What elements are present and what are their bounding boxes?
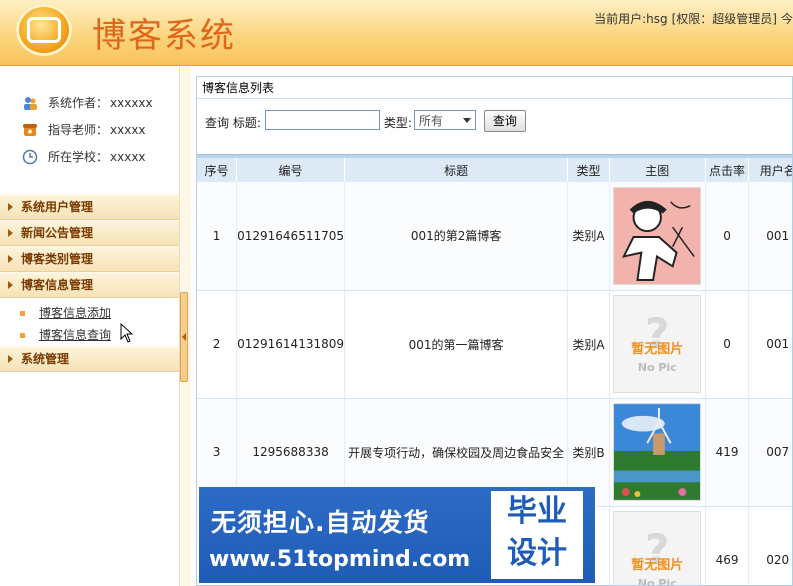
col-clicks: 点击率 — [705, 158, 750, 182]
teacher-value: xxxxx — [110, 122, 146, 137]
col-username: 用户名 — [748, 158, 792, 182]
sidebar-item-blog-query[interactable]: 博客信息查询 — [20, 324, 179, 346]
users-icon — [24, 96, 37, 110]
header: 博客系统 当前用户:hsg [权限：超级管理员] 今 — [0, 0, 793, 66]
current-user: 当前用户:hsg — [594, 12, 668, 26]
col-type: 类型 — [567, 158, 610, 182]
sidebar: 系统作者： xxxxxx 指导老师： xxxxx 所在学校： xxxxx 系统用户管理… — [0, 67, 180, 586]
nav-user-management[interactable]: 系统用户管理 — [0, 194, 179, 220]
clock-icon — [22, 149, 38, 164]
collapse-sidebar-handle[interactable] — [180, 292, 188, 382]
no-picture-placeholder[interactable]: ? 暂无图片 No Pic — [613, 511, 702, 585]
table-header-row: 序号 编号 标题 类型 主图 点击率 用户名 — [197, 158, 792, 182]
triangle-right-icon — [8, 281, 13, 289]
sidebar-item-blog-add[interactable]: 博客信息添加 — [20, 302, 179, 324]
school-row: 所在学校： xxxxx — [22, 143, 179, 170]
mouse-cursor-icon — [120, 323, 134, 343]
banner-badge: 毕业 设计 — [491, 491, 583, 579]
query-title-label: 查询 标题: — [205, 116, 261, 130]
nav-blog-category-management[interactable]: 博客类别管理 — [0, 246, 179, 272]
no-pic-en-text: No Pic — [637, 361, 677, 374]
watermark-banner: 无须担心.自动发货 www.51topmind.com 毕业 设计 — [198, 486, 596, 584]
triangle-right-icon — [8, 203, 13, 211]
author-row: 系统作者： xxxxxx — [22, 89, 179, 116]
type-select[interactable]: 所有 — [413, 110, 476, 130]
teacher-row: 指导老师： xxxxx — [22, 116, 179, 143]
bullet-icon — [20, 332, 25, 338]
nav-system-management[interactable]: 系统管理 — [0, 346, 179, 372]
query-button[interactable]: 查询 — [483, 110, 526, 132]
col-image: 主图 — [609, 158, 706, 182]
school-value: xxxxx — [110, 149, 146, 164]
table-row[interactable]: 1 01291646511705 001的第2篇博客 类别A 0 001 — [197, 182, 792, 291]
phone-icon — [23, 123, 37, 136]
col-index: 序号 — [197, 158, 238, 182]
nav-blog-info-management[interactable]: 博客信息管理 — [0, 272, 179, 298]
table-row[interactable]: 2 01291614131809 001的第一篇博客 类别A ? 暂无图片 No… — [197, 290, 792, 399]
sidebar-nav: 系统用户管理 新闻公告管理 博客类别管理 博客信息管理 博客信息添加 博客信息查… — [0, 194, 179, 372]
triangle-right-icon — [8, 255, 13, 263]
type-select-value: 所有 — [418, 113, 443, 128]
author-value: xxxxxx — [110, 95, 153, 110]
banner-line1: 无须担心.自动发货 — [211, 508, 430, 537]
triangle-right-icon — [8, 355, 13, 363]
sidebar-info: 系统作者： xxxxxx 指导老师： xxxxx 所在学校： xxxxx — [0, 67, 179, 170]
logo-icon — [16, 4, 72, 56]
school-label: 所在学校： — [48, 150, 109, 164]
teacher-label: 指导老师： — [48, 123, 109, 137]
permission-label: [权限：超级管理员] — [671, 12, 777, 26]
user-status: 当前用户:hsg [权限：超级管理员] 今 — [590, 10, 793, 27]
blog-thumbnail-landscape[interactable] — [613, 403, 702, 501]
blog-info-submenu: 博客信息添加 博客信息查询 — [0, 298, 179, 346]
triangle-right-icon — [8, 229, 13, 237]
no-pic-cn-text: 暂无图片 — [631, 342, 684, 357]
app-title: 博客系统 — [92, 16, 236, 56]
type-label: 类型: — [383, 116, 412, 130]
col-title: 标题 — [344, 158, 569, 182]
panel-title: 博客信息列表 — [197, 77, 792, 99]
chevron-down-icon — [462, 117, 471, 123]
no-picture-placeholder[interactable]: ? 暂无图片 No Pic — [613, 295, 702, 393]
blog-add-link[interactable]: 博客信息添加 — [39, 302, 111, 324]
search-form: 查询 标题: 类型: 所有 查询 — [197, 99, 792, 154]
banner-url: www.51topmind.com — [209, 547, 471, 572]
col-code: 编号 — [236, 158, 345, 182]
bullet-icon — [20, 310, 25, 316]
author-label: 系统作者： — [48, 96, 109, 110]
blog-query-link[interactable]: 博客信息查询 — [39, 324, 111, 346]
blog-thumbnail-cartoon[interactable] — [613, 186, 702, 285]
nav-news-management[interactable]: 新闻公告管理 — [0, 220, 179, 246]
title-search-input[interactable] — [264, 110, 380, 130]
truncated-text: 今 — [780, 12, 793, 26]
